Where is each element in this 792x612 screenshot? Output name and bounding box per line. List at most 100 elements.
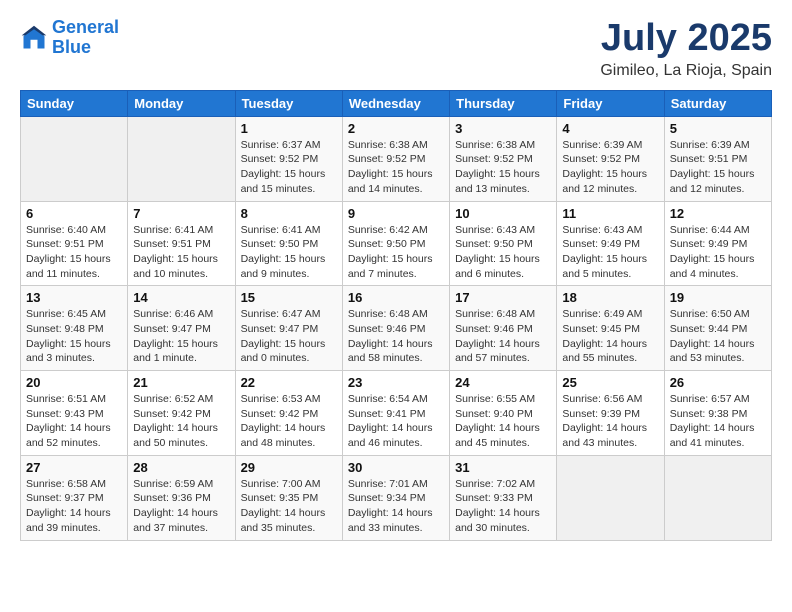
calendar-cell: 19 Sunrise: 6:50 AMSunset: 9:44 PMDayligh… — [664, 286, 771, 371]
calendar-body: 1 Sunrise: 6:37 AMSunset: 9:52 PMDaylight… — [21, 116, 772, 540]
day-info: Sunrise: 6:55 AMSunset: 9:40 PMDaylight:… — [455, 392, 551, 451]
calendar-week-1: 1 Sunrise: 6:37 AMSunset: 9:52 PMDaylight… — [21, 116, 772, 201]
day-info: Sunrise: 6:48 AMSunset: 9:46 PMDaylight:… — [455, 307, 551, 366]
day-info: Sunrise: 6:38 AMSunset: 9:52 PMDaylight:… — [455, 138, 551, 197]
day-info: Sunrise: 6:40 AMSunset: 9:51 PMDaylight:… — [26, 223, 122, 282]
day-info: Sunrise: 6:51 AMSunset: 9:43 PMDaylight:… — [26, 392, 122, 451]
day-number: 8 — [241, 206, 337, 221]
day-info: Sunrise: 6:39 AMSunset: 9:52 PMDaylight:… — [562, 138, 658, 197]
calendar-cell: 1 Sunrise: 6:37 AMSunset: 9:52 PMDaylight… — [235, 116, 342, 201]
day-number: 31 — [455, 460, 551, 475]
day-info: Sunrise: 7:02 AMSunset: 9:33 PMDaylight:… — [455, 477, 551, 536]
day-info: Sunrise: 6:39 AMSunset: 9:51 PMDaylight:… — [670, 138, 766, 197]
calendar-cell: 18 Sunrise: 6:49 AMSunset: 9:45 PMDayligh… — [557, 286, 664, 371]
header: General Blue July 2025 Gimileo, La Rioja… — [20, 18, 772, 80]
calendar-cell: 27 Sunrise: 6:58 AMSunset: 9:37 PMDayligh… — [21, 455, 128, 540]
calendar-cell: 30Sunrise: 7:01 AMSunset: 9:34 PMDayligh… — [342, 455, 449, 540]
day-info: Sunrise: 6:56 AMSunset: 9:39 PMDaylight:… — [562, 392, 658, 451]
day-number: 25 — [562, 375, 658, 390]
day-number: 7 — [133, 206, 229, 221]
calendar: Sunday Monday Tuesday Wednesday Thursday… — [20, 90, 772, 541]
calendar-cell: 4Sunrise: 6:39 AMSunset: 9:52 PMDaylight… — [557, 116, 664, 201]
calendar-cell: 25 Sunrise: 6:56 AMSunset: 9:39 PMDayligh… — [557, 371, 664, 456]
day-info: Sunrise: 6:43 AMSunset: 9:49 PMDaylight:… — [562, 223, 658, 282]
col-sunday: Sunday — [21, 90, 128, 116]
day-number: 20 — [26, 375, 122, 390]
calendar-cell: 13 Sunrise: 6:45 AMSunset: 9:48 PMDayligh… — [21, 286, 128, 371]
calendar-week-5: 27 Sunrise: 6:58 AMSunset: 9:37 PMDayligh… — [21, 455, 772, 540]
day-number: 1 — [241, 121, 337, 136]
calendar-cell — [557, 455, 664, 540]
col-wednesday: Wednesday — [342, 90, 449, 116]
calendar-cell: 5Sunrise: 6:39 AMSunset: 9:51 PMDaylight… — [664, 116, 771, 201]
day-number: 30 — [348, 460, 444, 475]
day-number: 18 — [562, 290, 658, 305]
day-info: Sunrise: 6:49 AMSunset: 9:45 PMDaylight:… — [562, 307, 658, 366]
logo-text: General Blue — [52, 18, 119, 58]
day-info: Sunrise: 6:47 AMSunset: 9:47 PMDaylight:… — [241, 307, 337, 366]
col-friday: Friday — [557, 90, 664, 116]
day-info: Sunrise: 6:41 AMSunset: 9:50 PMDaylight:… — [241, 223, 337, 282]
day-info: Sunrise: 6:54 AMSunset: 9:41 PMDaylight:… — [348, 392, 444, 451]
day-info: Sunrise: 6:57 AMSunset: 9:38 PMDaylight:… — [670, 392, 766, 451]
calendar-cell: 22Sunrise: 6:53 AMSunset: 9:42 PMDayligh… — [235, 371, 342, 456]
day-number: 13 — [26, 290, 122, 305]
day-info: Sunrise: 6:41 AMSunset: 9:51 PMDaylight:… — [133, 223, 229, 282]
day-number: 28 — [133, 460, 229, 475]
day-info: Sunrise: 6:58 AMSunset: 9:37 PMDaylight:… — [26, 477, 122, 536]
col-monday: Monday — [128, 90, 235, 116]
calendar-cell: 31 Sunrise: 7:02 AMSunset: 9:33 PMDayligh… — [450, 455, 557, 540]
day-info: Sunrise: 6:45 AMSunset: 9:48 PMDaylight:… — [26, 307, 122, 366]
calendar-header-row: Sunday Monday Tuesday Wednesday Thursday… — [21, 90, 772, 116]
page: General Blue July 2025 Gimileo, La Rioja… — [0, 0, 792, 612]
day-info: Sunrise: 6:37 AMSunset: 9:52 PMDaylight:… — [241, 138, 337, 197]
calendar-cell — [128, 116, 235, 201]
col-saturday: Saturday — [664, 90, 771, 116]
calendar-cell: 2 Sunrise: 6:38 AMSunset: 9:52 PMDaylight… — [342, 116, 449, 201]
calendar-week-2: 6 Sunrise: 6:40 AMSunset: 9:51 PMDaylight… — [21, 201, 772, 286]
day-info: Sunrise: 6:42 AMSunset: 9:50 PMDaylight:… — [348, 223, 444, 282]
location-subtitle: Gimileo, La Rioja, Spain — [600, 62, 772, 80]
day-number: 3 — [455, 121, 551, 136]
calendar-cell: 26 Sunrise: 6:57 AMSunset: 9:38 PMDayligh… — [664, 371, 771, 456]
calendar-cell: 28Sunrise: 6:59 AMSunset: 9:36 PMDayligh… — [128, 455, 235, 540]
day-number: 22 — [241, 375, 337, 390]
day-number: 16 — [348, 290, 444, 305]
day-number: 23 — [348, 375, 444, 390]
day-info: Sunrise: 6:46 AMSunset: 9:47 PMDaylight:… — [133, 307, 229, 366]
day-info: Sunrise: 6:52 AMSunset: 9:42 PMDaylight:… — [133, 392, 229, 451]
day-number: 26 — [670, 375, 766, 390]
day-number: 12 — [670, 206, 766, 221]
calendar-cell: 16 Sunrise: 6:48 AMSunset: 9:46 PMDayligh… — [342, 286, 449, 371]
day-number: 2 — [348, 121, 444, 136]
col-thursday: Thursday — [450, 90, 557, 116]
logo-line2: Blue — [52, 37, 91, 57]
calendar-cell — [664, 455, 771, 540]
calendar-cell: 9Sunrise: 6:42 AMSunset: 9:50 PMDaylight… — [342, 201, 449, 286]
calendar-cell: 10 Sunrise: 6:43 AMSunset: 9:50 PMDayligh… — [450, 201, 557, 286]
day-number: 21 — [133, 375, 229, 390]
calendar-week-3: 13 Sunrise: 6:45 AMSunset: 9:48 PMDayligh… — [21, 286, 772, 371]
calendar-cell: 20 Sunrise: 6:51 AMSunset: 9:43 PMDayligh… — [21, 371, 128, 456]
calendar-cell: 3 Sunrise: 6:38 AMSunset: 9:52 PMDaylight… — [450, 116, 557, 201]
day-info: Sunrise: 7:00 AMSunset: 9:35 PMDaylight:… — [241, 477, 337, 536]
calendar-cell: 24 Sunrise: 6:55 AMSunset: 9:40 PMDayligh… — [450, 371, 557, 456]
day-number: 6 — [26, 206, 122, 221]
day-number: 27 — [26, 460, 122, 475]
day-number: 24 — [455, 375, 551, 390]
calendar-week-4: 20 Sunrise: 6:51 AMSunset: 9:43 PMDayligh… — [21, 371, 772, 456]
day-info: Sunrise: 6:48 AMSunset: 9:46 PMDaylight:… — [348, 307, 444, 366]
day-number: 15 — [241, 290, 337, 305]
day-number: 17 — [455, 290, 551, 305]
calendar-cell: 21 Sunrise: 6:52 AMSunset: 9:42 PMDayligh… — [128, 371, 235, 456]
calendar-cell: 6 Sunrise: 6:40 AMSunset: 9:51 PMDaylight… — [21, 201, 128, 286]
day-number: 19 — [670, 290, 766, 305]
calendar-cell: 23 Sunrise: 6:54 AMSunset: 9:41 PMDayligh… — [342, 371, 449, 456]
day-info: Sunrise: 6:43 AMSunset: 9:50 PMDaylight:… — [455, 223, 551, 282]
logo-icon — [20, 24, 48, 52]
calendar-cell: 7 Sunrise: 6:41 AMSunset: 9:51 PMDaylight… — [128, 201, 235, 286]
day-info: Sunrise: 6:50 AMSunset: 9:44 PMDaylight:… — [670, 307, 766, 366]
month-title: July 2025 — [600, 18, 772, 60]
day-number: 10 — [455, 206, 551, 221]
day-info: Sunrise: 6:38 AMSunset: 9:52 PMDaylight:… — [348, 138, 444, 197]
